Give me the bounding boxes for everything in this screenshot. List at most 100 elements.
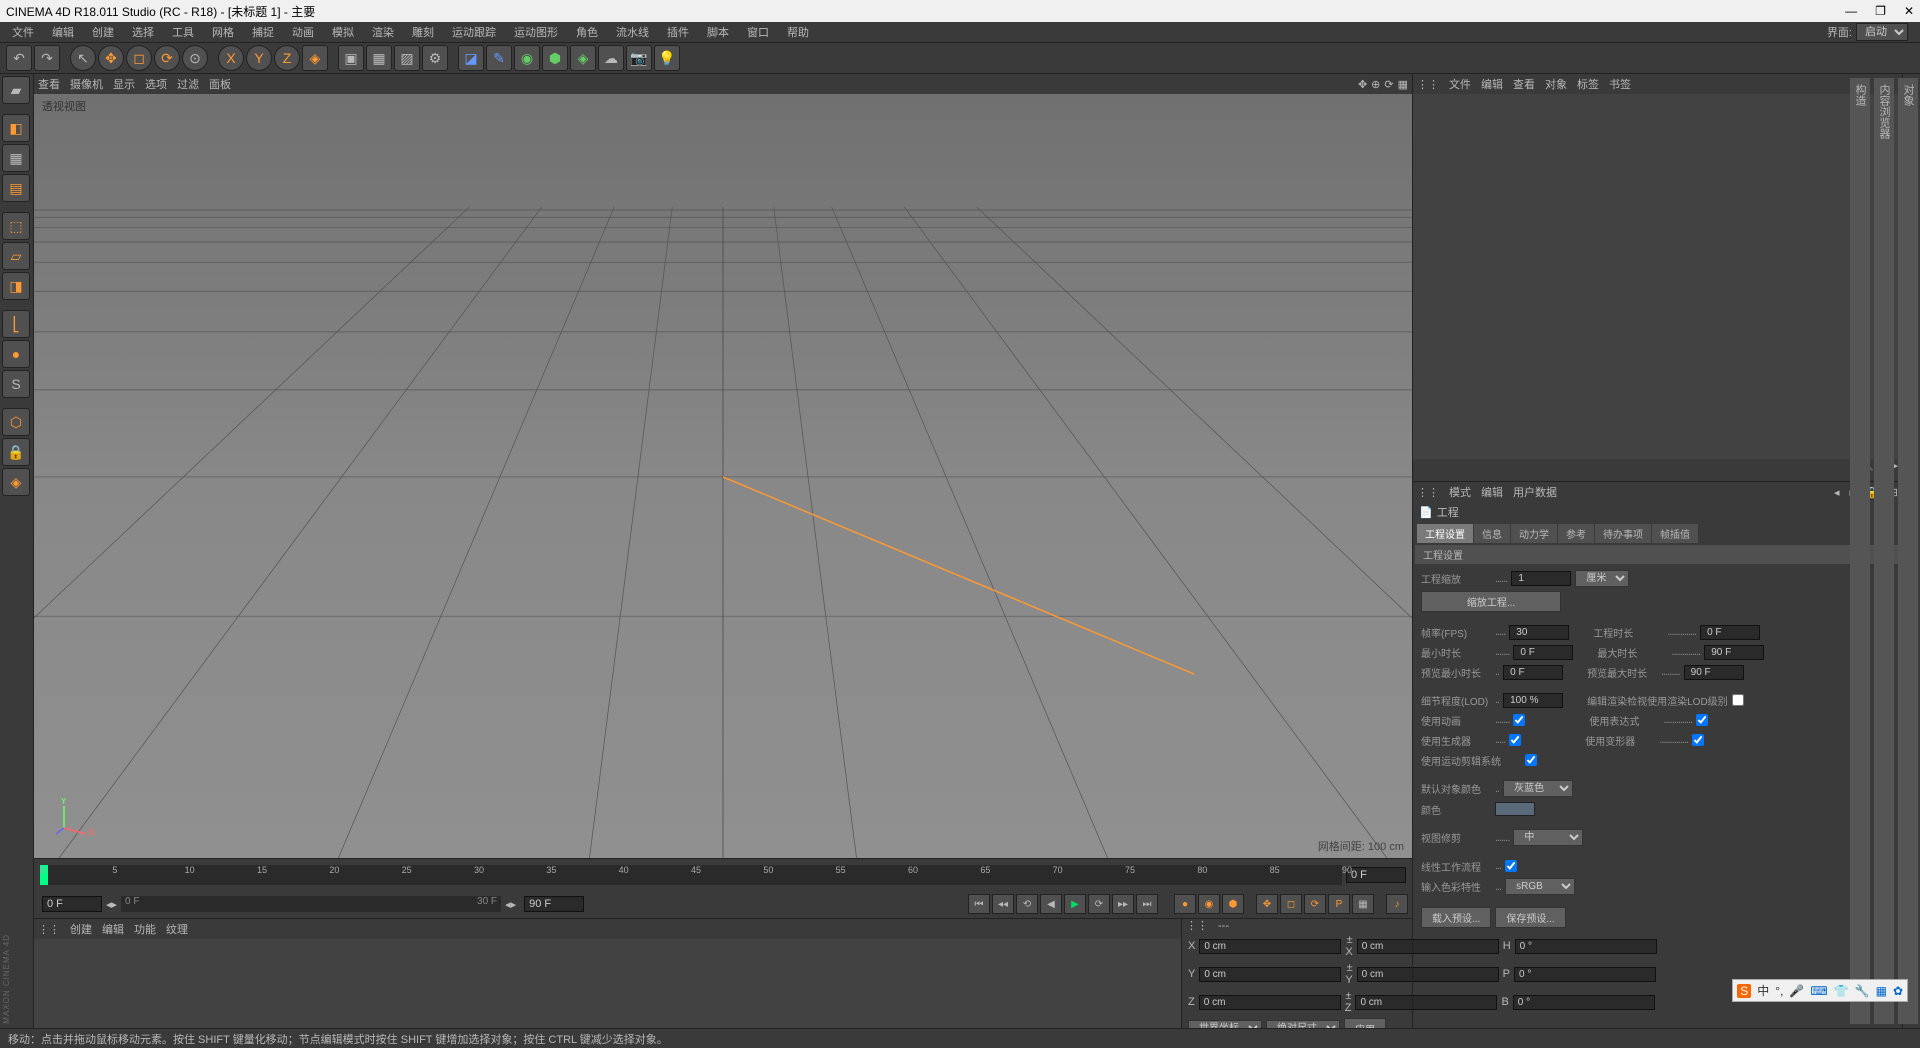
generators[interactable]: ⬢ bbox=[542, 45, 568, 71]
frame-end-input[interactable] bbox=[1346, 867, 1406, 883]
tab-参考[interactable]: 参考 bbox=[1558, 524, 1594, 543]
menu-文件[interactable]: 文件 bbox=[4, 22, 42, 42]
vpmenu-选项[interactable]: 选项 bbox=[145, 76, 167, 92]
anim-check[interactable] bbox=[1513, 714, 1525, 726]
colorspace-select[interactable]: sRGB bbox=[1505, 878, 1575, 895]
color-swatch[interactable] bbox=[1495, 802, 1535, 816]
attr-nav-back-icon[interactable]: ◂ bbox=[1834, 486, 1840, 499]
menu-运动跟踪[interactable]: 运动跟踪 bbox=[444, 22, 504, 42]
attrmenu-用户数据[interactable]: 用户数据 bbox=[1513, 484, 1557, 500]
range-slider[interactable]: 0 F 30 F bbox=[121, 896, 501, 912]
goto-end-button[interactable]: ⏭ bbox=[1136, 894, 1158, 914]
workplane-mode[interactable]: ▤ bbox=[2, 174, 30, 202]
objmenu-编辑[interactable]: 编辑 bbox=[1481, 76, 1503, 92]
light-tool[interactable]: 💡 bbox=[654, 45, 680, 71]
sidetab-构造[interactable]: 构造 bbox=[1850, 78, 1870, 1024]
texture-mode[interactable]: ▦ bbox=[2, 144, 30, 172]
range-spinner2-icon[interactable]: ◂▸ bbox=[505, 898, 516, 911]
rotate-tool[interactable]: ⟳ bbox=[154, 45, 180, 71]
grip-icon[interactable]: ⋮⋮ bbox=[1417, 78, 1439, 91]
maximize-button[interactable]: ❐ bbox=[1875, 4, 1886, 18]
ime-keyboard-icon[interactable]: ⌨ bbox=[1810, 984, 1827, 998]
menu-工具[interactable]: 工具 bbox=[164, 22, 202, 42]
ime-punct-icon[interactable]: °, bbox=[1775, 984, 1783, 998]
cube-primitive[interactable]: ◪ bbox=[458, 45, 484, 71]
object-tree[interactable] bbox=[1413, 94, 1902, 459]
menu-选择[interactable]: 选择 bbox=[124, 22, 162, 42]
range-start-input[interactable] bbox=[42, 896, 102, 912]
matmenu-纹理[interactable]: 纹理 bbox=[166, 921, 188, 937]
coord-system[interactable]: ◈ bbox=[302, 45, 328, 71]
pen-tool[interactable]: ✎ bbox=[486, 45, 512, 71]
next-frame-button[interactable]: ⟳ bbox=[1088, 894, 1110, 914]
key-pos-button[interactable]: ✥ bbox=[1256, 894, 1278, 914]
select-tool[interactable]: ↖ bbox=[70, 45, 96, 71]
tweak-mode[interactable]: ● bbox=[2, 340, 30, 368]
viewport-rotate-icon[interactable]: ⟳ bbox=[1384, 78, 1393, 91]
pos-y-input[interactable] bbox=[1199, 967, 1341, 982]
menu-插件[interactable]: 插件 bbox=[659, 22, 697, 42]
lod-input[interactable] bbox=[1503, 693, 1563, 708]
point-mode[interactable]: ⬚ bbox=[2, 212, 30, 240]
key-rot-button[interactable]: ⟳ bbox=[1304, 894, 1326, 914]
perspective-viewport[interactable]: 透视视图 Y X bbox=[34, 94, 1412, 858]
play-button[interactable]: ▶ bbox=[1064, 894, 1086, 914]
menu-角色[interactable]: 角色 bbox=[568, 22, 606, 42]
grip-icon[interactable]: ⋮⋮ bbox=[38, 923, 60, 936]
vpmenu-过滤[interactable]: 过滤 bbox=[177, 76, 199, 92]
render-settings[interactable]: ⚙ bbox=[422, 45, 448, 71]
ime-tool-icon[interactable]: 🔧 bbox=[1855, 984, 1870, 998]
record-button[interactable]: ● bbox=[1174, 894, 1196, 914]
play-back-button[interactable]: ◀ bbox=[1040, 894, 1062, 914]
y-axis-lock[interactable]: Y bbox=[246, 45, 272, 71]
pos-x-input[interactable] bbox=[1199, 939, 1341, 954]
grip-icon[interactable]: ⋮⋮ bbox=[1417, 486, 1439, 499]
sidetab-内容浏览器[interactable]: 内容浏览器 bbox=[1874, 78, 1894, 1024]
scale-unit-select[interactable]: 厘米 bbox=[1575, 570, 1629, 587]
objmenu-文件[interactable]: 文件 bbox=[1449, 76, 1471, 92]
key-pla-button[interactable]: ▦ bbox=[1352, 894, 1374, 914]
make-editable[interactable]: ▰ bbox=[2, 76, 30, 104]
material-list[interactable] bbox=[34, 939, 1181, 1028]
vpmenu-摄像机[interactable]: 摄像机 bbox=[70, 76, 103, 92]
layout-select[interactable]: 启动 bbox=[1856, 23, 1908, 41]
menu-流水线[interactable]: 流水线 bbox=[608, 22, 657, 42]
tab-待办事项[interactable]: 待办事项 bbox=[1595, 524, 1651, 543]
viewport-zoom-icon[interactable]: ⊕ bbox=[1371, 78, 1380, 91]
nurbs-tool[interactable]: ◉ bbox=[514, 45, 540, 71]
menu-模拟[interactable]: 模拟 bbox=[324, 22, 362, 42]
range-spinner-icon[interactable]: ◂▸ bbox=[106, 898, 117, 911]
camera-tool[interactable]: 📷 bbox=[626, 45, 652, 71]
ime-toolbar[interactable]: S 中 °, 🎤 ⌨ 👕 🔧 ▦ ✿ bbox=[1732, 979, 1908, 1002]
menu-捕捉[interactable]: 捕捉 bbox=[244, 22, 282, 42]
fps-input[interactable] bbox=[1509, 625, 1569, 640]
render-view[interactable]: ▣ bbox=[338, 45, 364, 71]
lod-edit-check[interactable] bbox=[1732, 694, 1744, 706]
objmenu-标签[interactable]: 标签 bbox=[1577, 76, 1599, 92]
axis-mode[interactable]: ⎣ bbox=[2, 310, 30, 338]
goto-prevkey-button[interactable]: ◂◂ bbox=[992, 894, 1014, 914]
preview-max-input[interactable] bbox=[1684, 665, 1744, 680]
tab-信息[interactable]: 信息 bbox=[1474, 524, 1510, 543]
menu-脚本[interactable]: 脚本 bbox=[699, 22, 737, 42]
load-preset-button[interactable]: 载入预设... bbox=[1421, 907, 1491, 928]
render-pv[interactable]: ▨ bbox=[394, 45, 420, 71]
objmenu-书签[interactable]: 书签 bbox=[1609, 76, 1631, 92]
range-end-input[interactable] bbox=[524, 896, 584, 912]
clip-select[interactable]: 中 bbox=[1513, 829, 1583, 846]
autokey-button[interactable]: ◉ bbox=[1198, 894, 1220, 914]
edge-mode[interactable]: ▱ bbox=[2, 242, 30, 270]
minimize-button[interactable]: — bbox=[1845, 4, 1857, 18]
environment[interactable]: ☁ bbox=[598, 45, 624, 71]
polygon-mode[interactable]: ◨ bbox=[2, 272, 30, 300]
deformers[interactable]: ◈ bbox=[570, 45, 596, 71]
linear-check[interactable] bbox=[1505, 860, 1517, 872]
menu-网格[interactable]: 网格 bbox=[204, 22, 242, 42]
undo-button[interactable]: ↶ bbox=[6, 45, 32, 71]
render-region[interactable]: ▦ bbox=[366, 45, 392, 71]
menu-创建[interactable]: 创建 bbox=[84, 22, 122, 42]
keyframe-sel-button[interactable]: ⬢ bbox=[1222, 894, 1244, 914]
ime-settings-icon[interactable]: ✿ bbox=[1893, 984, 1903, 998]
duration-input[interactable] bbox=[1700, 625, 1760, 640]
deform-check[interactable] bbox=[1692, 734, 1704, 746]
